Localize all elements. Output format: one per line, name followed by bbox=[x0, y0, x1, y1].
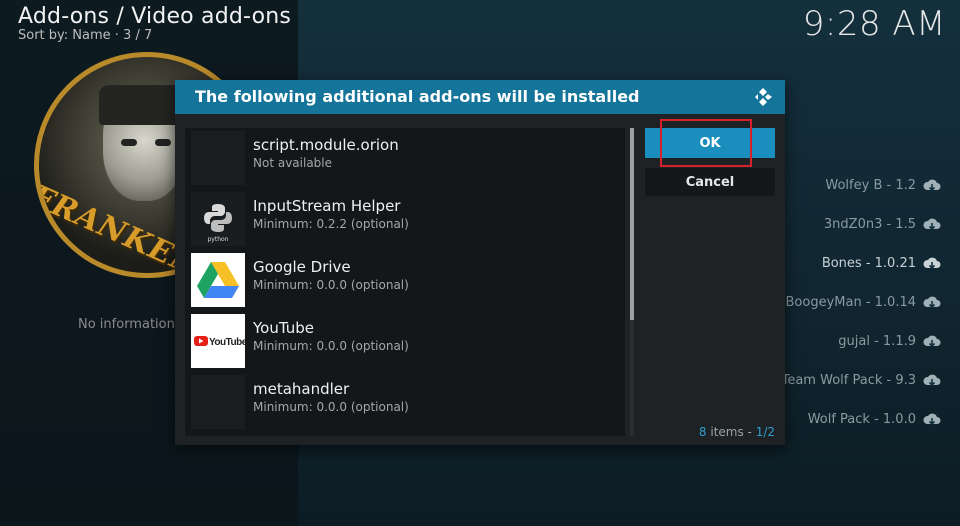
python-logo-text: python bbox=[208, 236, 229, 243]
python-logo-icon: python bbox=[191, 192, 245, 246]
fanart-eye bbox=[155, 139, 171, 146]
dependency-version: Minimum: 0.0.0 (optional) bbox=[253, 400, 409, 414]
dependency-item[interactable]: YouTube YouTube Minimum: 0.0.0 (optional… bbox=[191, 313, 621, 369]
cloud-download-icon bbox=[923, 296, 941, 308]
youtube-logo-text: YouTube bbox=[209, 337, 245, 348]
youtube-logo-icon: YouTube bbox=[191, 314, 248, 368]
addon-list-item-label: Wolf Pack - 1.0.0 bbox=[807, 412, 916, 427]
dialog-title: The following additional add-ons will be… bbox=[195, 87, 640, 106]
dependency-name: script.module.orion bbox=[253, 136, 399, 154]
addon-list-item[interactable]: BoogeyMan - 1.0.14 bbox=[772, 283, 942, 322]
addon-list-item[interactable]: Team Wolf Pack - 9.3 bbox=[772, 361, 942, 400]
dependency-version: Minimum: 0.2.2 (optional) bbox=[253, 217, 409, 231]
sort-info: Sort by: Name · 3 / 7 bbox=[18, 28, 153, 43]
page-indicator: 1/2 bbox=[755, 425, 775, 439]
addon-list-item-label: Team Wolf Pack - 9.3 bbox=[781, 373, 916, 388]
dependency-version: Minimum: 0.0.0 (optional) bbox=[253, 339, 409, 353]
youtube-logo-icon: YouTube bbox=[194, 336, 248, 348]
dependency-item[interactable]: script.module.orion Not available bbox=[191, 130, 621, 186]
dependency-name: YouTube bbox=[253, 319, 314, 337]
google-drive-logo-icon bbox=[191, 253, 245, 307]
addon-list: Wolfey B - 1.2 3ndZ0n3 - 1.5 Bones - 1.0… bbox=[772, 166, 942, 439]
dependency-name: metahandler bbox=[253, 380, 350, 398]
items-count: 8 items - 1/2 bbox=[699, 425, 775, 439]
cloud-download-icon bbox=[923, 413, 941, 425]
addon-list-item-label: 3ndZ0n3 - 1.5 bbox=[823, 217, 916, 232]
cloud-download-icon bbox=[923, 374, 941, 386]
dependency-item[interactable]: Google Drive Minimum: 0.0.0 (optional) bbox=[191, 252, 621, 308]
dependency-version: Minimum: 0.0.0 (optional) bbox=[253, 278, 409, 292]
addon-list-item[interactable]: Wolf Pack - 1.0.0 bbox=[772, 400, 942, 439]
addon-list-item-label: Wolfey B - 1.2 bbox=[825, 178, 916, 193]
clock: 9:28 AM bbox=[802, 4, 946, 44]
addon-list-item[interactable]: Bones - 1.0.21 bbox=[772, 244, 942, 283]
addon-list-item-label: gujal - 1.1.9 bbox=[838, 334, 916, 349]
addon-list-item[interactable]: Wolfey B - 1.2 bbox=[772, 166, 942, 205]
fanart-eye bbox=[121, 139, 137, 146]
dependency-thumb-empty bbox=[191, 131, 245, 185]
addon-list-item-label: BoogeyMan - 1.0.14 bbox=[785, 295, 917, 310]
cloud-download-icon bbox=[923, 335, 941, 347]
cloud-download-icon bbox=[923, 257, 941, 269]
dependency-name: InputStream Helper bbox=[253, 197, 401, 215]
items-count-label: items - bbox=[706, 425, 756, 439]
addon-list-item[interactable]: gujal - 1.1.9 bbox=[772, 322, 942, 361]
dependency-item[interactable]: metahandler Minimum: 0.0.0 (optional) bbox=[191, 374, 621, 430]
items-count-number: 8 bbox=[698, 425, 707, 439]
list-scrollbar[interactable] bbox=[630, 128, 634, 436]
dependency-status: Not available bbox=[253, 156, 333, 170]
no-information-text: No information a bbox=[78, 317, 187, 332]
cloud-download-icon bbox=[923, 218, 941, 230]
dialog-header: The following additional add-ons will be… bbox=[175, 80, 785, 114]
cloud-download-icon bbox=[923, 179, 941, 191]
dependency-name: Google Drive bbox=[253, 258, 351, 276]
cancel-button[interactable]: Cancel bbox=[645, 168, 775, 196]
addon-list-item-label: Bones - 1.0.21 bbox=[821, 256, 916, 271]
dependency-item[interactable]: python InputStream Helper Minimum: 0.2.2… bbox=[191, 191, 621, 247]
scrollbar-thumb[interactable] bbox=[630, 128, 634, 320]
addon-list-item[interactable]: 3ndZ0n3 - 1.5 bbox=[772, 205, 942, 244]
google-drive-logo-icon bbox=[197, 262, 239, 298]
dependency-list: script.module.orion Not available python… bbox=[185, 128, 625, 436]
dependency-thumb-empty bbox=[191, 375, 245, 429]
install-dependencies-dialog: The following additional add-ons will be… bbox=[175, 80, 785, 445]
page-title: Add-ons / Video add-ons bbox=[18, 4, 292, 29]
ok-button-highlight-box bbox=[660, 119, 752, 167]
python-logo-icon: python bbox=[204, 204, 232, 243]
kodi-logo-icon bbox=[755, 88, 772, 106]
